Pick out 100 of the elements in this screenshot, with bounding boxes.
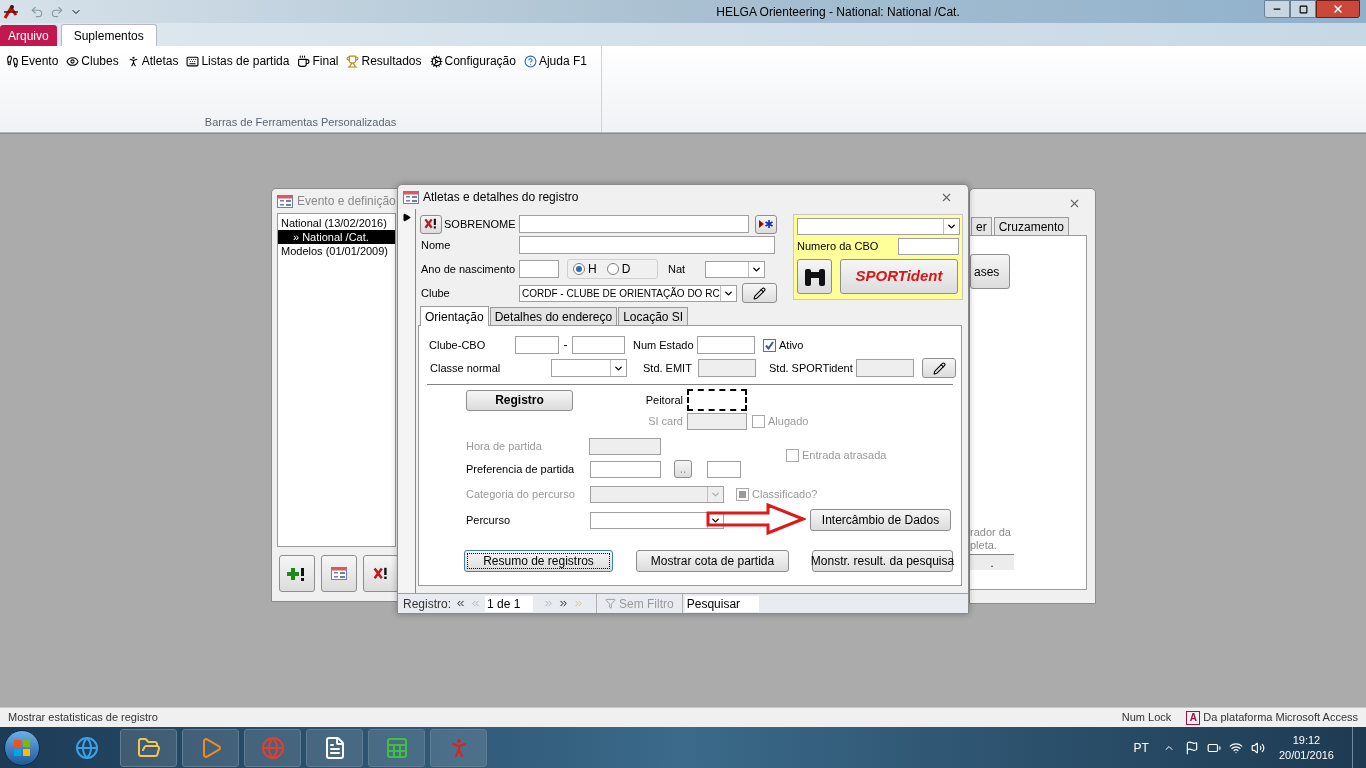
dropdown-field[interactable] [551,359,627,377]
tab[interactable]: er [971,217,992,235]
field-label: Classe normal [430,360,502,376]
toolbar-button[interactable]: Ajuda F1 [523,52,587,70]
access-logo-icon: A [1186,710,1201,725]
input-field[interactable] [856,359,914,377]
input-field[interactable] [687,412,747,430]
checkbox[interactable] [763,338,776,352]
button[interactable]: ases [970,254,1010,289]
sportident-button[interactable]: SPORTident [840,259,958,294]
bib-field[interactable] [687,389,747,411]
taskbar-app-button[interactable] [182,728,239,767]
delete-button[interactable] [420,214,442,234]
field-label: SOBRENOME [443,216,517,232]
redo-icon[interactable] [50,4,64,19]
radio-button[interactable]: H [573,260,597,278]
dropdown-field[interactable] [797,218,960,235]
note-text: pleta. [970,539,998,552]
last-record-icon[interactable] [558,598,570,609]
start-button[interactable] [4,729,40,766]
language-indicator[interactable]: PT [1133,738,1149,757]
field-label: Clube [420,285,451,301]
window-title: HELGA Orienteering - National: National /Cat. [716,3,960,21]
status-text: Mostrar estatisticas de registro [8,710,159,726]
restore-button[interactable] [1290,0,1316,18]
field-label: Preferencia de partida [466,461,576,477]
field-label: Hora de partida [466,438,543,454]
action-button[interactable]: Mostrar cota de partida [636,549,789,572]
delete-icon [424,218,438,230]
first-record-icon[interactable] [455,598,467,609]
tree-item[interactable]: » National /Cat. [278,230,395,244]
volume-icon[interactable] [1250,740,1265,755]
file-tab[interactable]: Arquivo [0,25,57,46]
input-field[interactable] [589,437,661,455]
close-icon [1332,3,1344,15]
input-field[interactable] [519,215,749,233]
dropdown-field[interactable]: CORDF - CLUBE DE ORIENTAÇÃO DO RC [519,284,737,302]
input-field[interactable] [572,336,625,354]
help-icon [523,54,537,68]
minimize-button[interactable] [1264,0,1290,18]
window-title: Evento e definição [297,193,396,210]
toolbar-button[interactable]: Final [297,52,339,70]
date-text: 20/01/2016 [1278,747,1334,763]
add-button[interactable] [279,555,315,592]
input-field[interactable] [707,460,741,478]
app-logo-icon[interactable] [2,2,20,21]
edit-button[interactable] [742,283,777,303]
close-button[interactable] [1316,0,1360,18]
toolbar-button[interactable]: Resultados [346,52,422,70]
platform-text: Da plataforma Microsoft Access [1203,710,1358,726]
new-record-button[interactable] [755,214,777,234]
browser-icon [260,735,285,760]
folder-icon [136,735,161,760]
clock[interactable]: 19:12 20/01/2016 [1278,732,1334,763]
tree-item[interactable]: National (13/02/2016) [278,216,395,230]
data-exchange-button[interactable]: Intercâmbio de Dados [810,509,951,531]
register-button[interactable]: Registro [466,389,573,411]
tab[interactable]: Cruzamento [993,217,1070,235]
network-icon[interactable] [1228,740,1243,755]
search-field[interactable]: Pesquisar [684,595,759,612]
time-text: 19:12 [1292,732,1321,748]
restore-icon [1298,4,1308,14]
form-icon [331,567,347,580]
windows-logo-icon [13,738,31,757]
edit-button[interactable] [922,358,956,378]
toolbar-button[interactable]: Clubes [66,52,119,70]
taskbar-app-button[interactable] [306,728,363,767]
field-label: Ativo [779,337,804,353]
radio-button[interactable]: D [606,260,631,278]
input-field[interactable] [898,238,959,255]
undo-icon[interactable] [30,4,44,19]
ribbon-tab[interactable]: Suplementos [60,24,157,46]
input-field[interactable] [590,460,661,478]
input-field[interactable] [515,336,559,354]
dropdown-field[interactable] [705,260,765,278]
add-icon [287,566,307,581]
action-button[interactable]: Monstr. result. da pesquisa [812,549,953,572]
tree-item[interactable]: Modelos (01/01/2009) [278,244,395,258]
input-field[interactable] [698,359,756,377]
dropdown-field[interactable] [590,485,724,503]
cup-icon [297,54,311,68]
toolbar-button[interactable]: Atletas [126,52,179,70]
tab[interactable]: Locação SI [618,307,689,325]
search-button[interactable] [797,259,832,294]
field-label: Num Estado [632,337,695,353]
new-button[interactable] [321,555,357,592]
flag-icon[interactable] [1184,740,1199,755]
toolbar-button[interactable]: Evento [6,52,59,70]
input-field[interactable] [519,260,559,278]
input-field[interactable] [519,236,775,254]
taskbar-app-button[interactable] [120,728,177,767]
input-field[interactable] [697,336,755,354]
toolbar-button[interactable]: Configuração [429,52,516,70]
toolbar-button[interactable]: Listas de partida [186,52,290,70]
action-button[interactable]: Resumo de registros [464,549,613,572]
dropdown-field[interactable] [590,511,724,529]
record-position-field[interactable]: 1 de 1 [485,595,534,612]
tab[interactable]: Orientação [420,306,489,326]
table-cell: . [970,555,1014,570]
tab[interactable]: Detalhes do endereço [489,307,618,325]
